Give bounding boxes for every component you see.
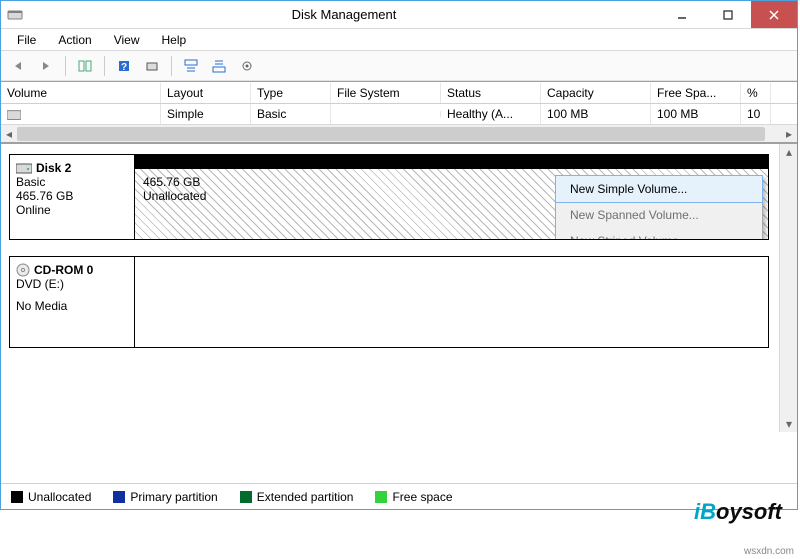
disk-label: Disk 2 — [16, 161, 128, 175]
forward-button[interactable] — [35, 55, 57, 77]
partition-status: Unallocated — [143, 189, 760, 203]
col-status[interactable]: Status — [441, 83, 541, 103]
partition-unallocated[interactable]: 465.76 GB Unallocated New Simple Volume.… — [135, 155, 768, 239]
window-controls — [659, 1, 797, 28]
refresh-button[interactable] — [141, 55, 163, 77]
disk-size: 465.76 GB — [16, 189, 128, 203]
cell-capacity: 100 MB — [541, 104, 651, 124]
disk-row-cdrom[interactable]: CD-ROM 0 DVD (E:) No Media — [9, 256, 769, 348]
menu-action[interactable]: Action — [48, 31, 101, 49]
disk-info-panel: CD-ROM 0 DVD (E:) No Media — [10, 257, 135, 347]
titlebar: Disk Management — [1, 1, 797, 29]
disk-info-panel: Disk 2 Basic 465.76 GB Online — [10, 155, 135, 239]
cell-status: Healthy (A... — [441, 104, 541, 124]
watermark-brand: iBoysoft — [694, 499, 782, 525]
list-bottom-icon[interactable] — [208, 55, 230, 77]
legend: Unallocated Primary partition Extended p… — [1, 483, 797, 509]
col-type[interactable]: Type — [251, 83, 331, 103]
maximize-button[interactable] — [705, 1, 751, 28]
col-filesystem[interactable]: File System — [331, 83, 441, 103]
volume-list-header: Volume Layout Type File System Status Ca… — [1, 82, 797, 104]
disk-label: CD-ROM 0 — [16, 263, 128, 277]
scroll-down-icon[interactable]: ▾ — [780, 416, 797, 432]
app-icon — [1, 7, 29, 23]
menu-file[interactable]: File — [7, 31, 46, 49]
watermark-url: wsxdn.com — [744, 546, 794, 557]
col-layout[interactable]: Layout — [161, 83, 251, 103]
legend-free: Free space — [375, 490, 452, 504]
vertical-scrollbar[interactable]: ▴ ▾ — [779, 144, 797, 432]
cdrom-icon — [16, 263, 30, 277]
volume-list[interactable]: Volume Layout Type File System Status Ca… — [1, 81, 797, 142]
disk-management-window: Disk Management File Action View Help ? … — [0, 0, 798, 510]
scroll-right-icon[interactable]: ▸ — [781, 125, 797, 143]
col-volume[interactable]: Volume — [1, 83, 161, 103]
panes-button[interactable] — [74, 55, 96, 77]
toolbar-separator — [171, 56, 172, 76]
disk-subtype: Basic — [16, 175, 128, 189]
toolbar: ? — [1, 51, 797, 81]
disk-graphic-area: 465.76 GB Unallocated New Simple Volume.… — [135, 155, 768, 239]
disk-icon — [16, 162, 32, 174]
volume-row[interactable]: Simple Basic Healthy (A... 100 MB 100 MB… — [1, 104, 797, 124]
menu-view[interactable]: View — [104, 31, 150, 49]
cell-pct: 10 — [741, 104, 771, 124]
menu-help[interactable]: Help — [152, 31, 197, 49]
cell-layout: Simple — [161, 104, 251, 124]
minimize-button[interactable] — [659, 1, 705, 28]
disk-state: Online — [16, 203, 128, 217]
cell-fs — [331, 111, 441, 117]
cell-volume — [1, 104, 161, 124]
toolbar-separator — [65, 56, 66, 76]
disk-subtype: DVD (E:) — [16, 277, 128, 291]
cell-free: 100 MB — [651, 104, 741, 124]
legend-extended: Extended partition — [240, 490, 354, 504]
toolbar-separator — [104, 56, 105, 76]
cell-type: Basic — [251, 104, 331, 124]
disk-state: No Media — [16, 299, 128, 313]
partition-empty — [135, 257, 768, 347]
scroll-left-icon[interactable]: ◂ — [1, 125, 17, 143]
help-button[interactable]: ? — [113, 55, 135, 77]
legend-unallocated: Unallocated — [11, 490, 91, 504]
col-free[interactable]: Free Spa... — [651, 83, 741, 103]
scroll-up-icon[interactable]: ▴ — [780, 144, 797, 160]
disk-graphical-view: Disk 2 Basic 465.76 GB Online 465.76 GB … — [1, 142, 797, 432]
scroll-thumb[interactable] — [17, 127, 765, 141]
window-title: Disk Management — [29, 7, 659, 22]
legend-primary: Primary partition — [113, 490, 217, 504]
close-button[interactable] — [751, 1, 797, 28]
disk-graphic-area — [135, 257, 768, 347]
svg-text:?: ? — [121, 62, 127, 73]
volume-icon — [7, 110, 21, 120]
partition-size: 465.76 GB — [143, 175, 760, 189]
col-percent[interactable]: % — [741, 83, 771, 103]
col-capacity[interactable]: Capacity — [541, 83, 651, 103]
ctx-new-striped-volume: New Striped Volume... — [556, 228, 762, 239]
horizontal-scrollbar[interactable]: ◂ ▸ — [1, 124, 797, 142]
settings-icon[interactable] — [236, 55, 258, 77]
ctx-new-spanned-volume: New Spanned Volume... — [556, 202, 762, 228]
list-top-icon[interactable] — [180, 55, 202, 77]
back-button[interactable] — [7, 55, 29, 77]
menubar: File Action View Help — [1, 29, 797, 51]
disk-row-disk2[interactable]: Disk 2 Basic 465.76 GB Online 465.76 GB … — [9, 154, 769, 240]
